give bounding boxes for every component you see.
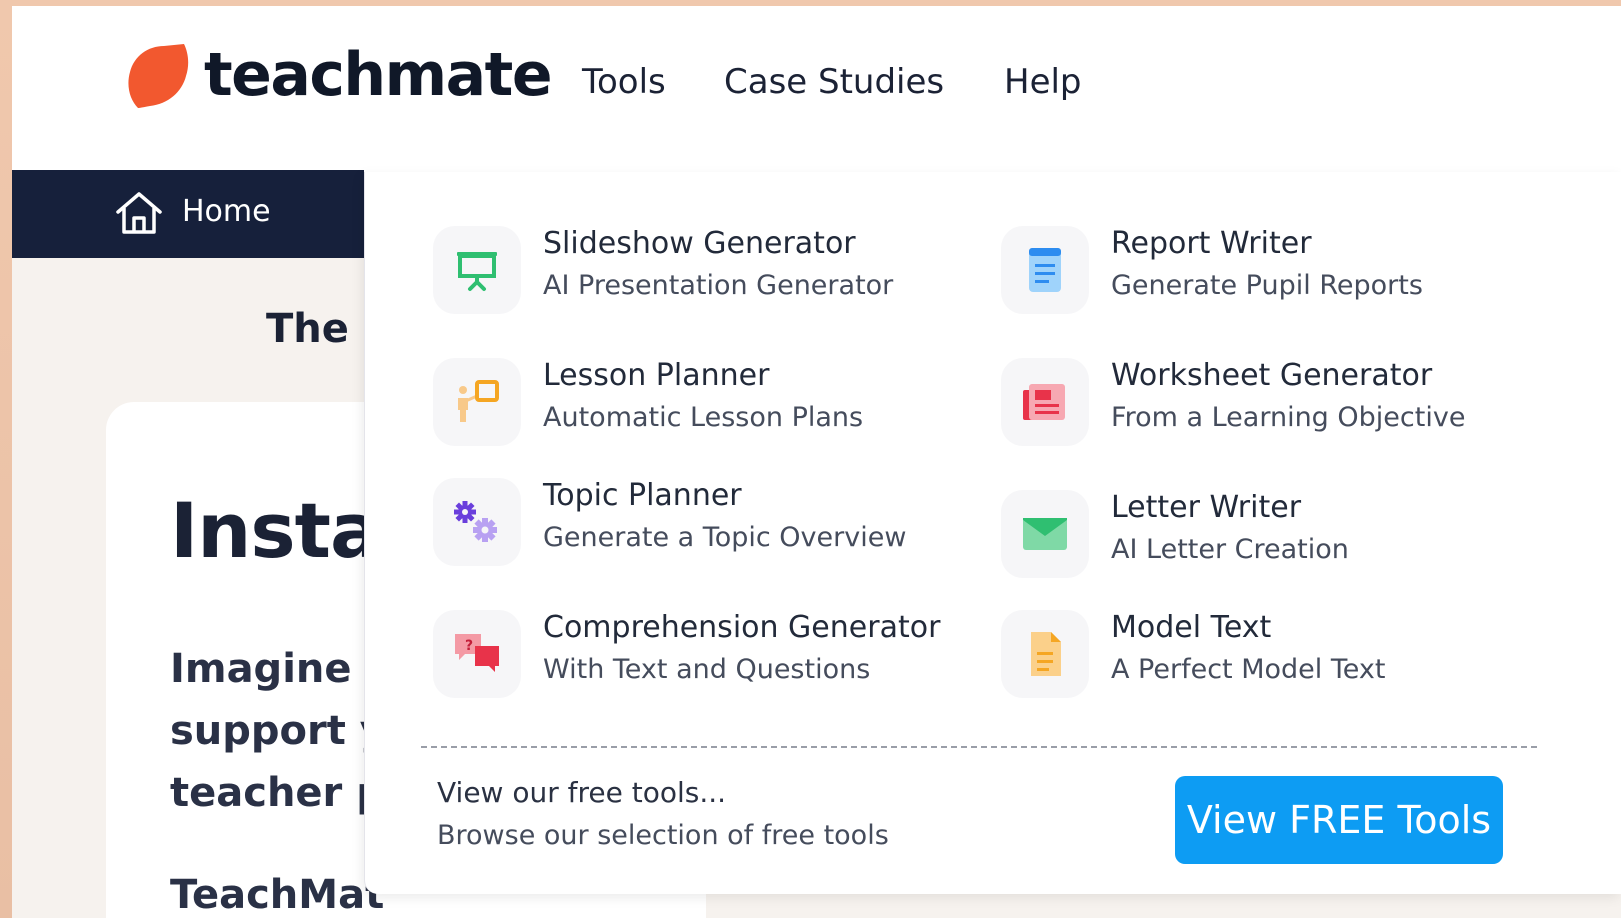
tool-worksheet-generator[interactable]: Worksheet Generator From a Learning Obje… xyxy=(1001,358,1561,448)
view-free-tools-button[interactable]: View FREE Tools xyxy=(1175,776,1503,864)
tool-subtitle: AI Letter Creation xyxy=(1111,534,1349,565)
free-tools-title: View our free tools... xyxy=(437,776,727,809)
home-label: Home xyxy=(182,194,271,229)
dashed-divider xyxy=(421,746,1537,748)
tool-lesson-planner[interactable]: Lesson Planner Automatic Lesson Plans xyxy=(433,358,973,448)
tool-slideshow-generator[interactable]: Slideshow Generator AI Presentation Gene… xyxy=(433,226,973,316)
tool-model-text[interactable]: Model Text A Perfect Model Text xyxy=(1001,610,1541,700)
browser-page: teachmate Tools Case Studies Help Home T… xyxy=(12,6,1621,918)
tool-title: Model Text xyxy=(1111,610,1272,645)
text-file-icon xyxy=(1031,632,1061,676)
tool-title: Lesson Planner xyxy=(543,358,770,393)
tool-title: Topic Planner xyxy=(543,478,742,513)
nav-help[interactable]: Help xyxy=(1004,62,1082,102)
hero-heading: Insta xyxy=(170,486,381,575)
tool-subtitle: From a Learning Objective xyxy=(1111,402,1466,433)
tool-subtitle: Generate a Topic Overview xyxy=(543,522,907,553)
envelope-icon xyxy=(1023,518,1067,550)
hero-text-line: teacher p xyxy=(170,770,385,816)
tool-comprehension-generator[interactable]: ? Comprehension Generator With Text and … xyxy=(433,610,993,700)
nav-case-studies[interactable]: Case Studies xyxy=(724,62,944,102)
tool-subtitle: With Text and Questions xyxy=(543,654,871,685)
site-header: teachmate Tools Case Studies Help xyxy=(12,6,1621,174)
tool-title: Letter Writer xyxy=(1111,490,1302,525)
tool-title: Report Writer xyxy=(1111,226,1312,261)
nav-tools[interactable]: Tools xyxy=(582,62,666,102)
tool-subtitle: AI Presentation Generator xyxy=(543,270,894,301)
tool-subtitle: Generate Pupil Reports xyxy=(1111,270,1423,301)
tool-subtitle: Automatic Lesson Plans xyxy=(543,402,864,433)
question-bubbles-icon: ? xyxy=(455,634,499,672)
brand-name[interactable]: teachmate xyxy=(204,40,553,110)
page-heading: The xyxy=(266,306,349,352)
home-nav-bar[interactable]: Home xyxy=(12,170,364,258)
tool-title: Comprehension Generator xyxy=(543,610,941,645)
svg-text:?: ? xyxy=(465,638,473,654)
document-icon xyxy=(1029,248,1061,292)
free-tools-subtitle: Browse our selection of free tools xyxy=(437,820,889,851)
tools-dropdown-menu: Slideshow Generator AI Presentation Gene… xyxy=(364,172,1621,894)
tool-topic-planner[interactable]: Topic Planner Generate a Topic Overview xyxy=(433,478,973,568)
teacher-board-icon xyxy=(458,380,499,422)
tool-title: Slideshow Generator xyxy=(543,226,856,261)
tool-report-writer[interactable]: Report Writer Generate Pupil Reports xyxy=(1001,226,1541,316)
worksheet-icon xyxy=(1023,384,1065,420)
gears-icon xyxy=(454,501,497,542)
tool-letter-writer[interactable]: Letter Writer AI Letter Creation xyxy=(1001,490,1541,580)
home-icon xyxy=(116,192,162,234)
tool-title: Worksheet Generator xyxy=(1111,358,1433,393)
tool-subtitle: A Perfect Model Text xyxy=(1111,654,1386,685)
hero-text-line: Imagine h xyxy=(170,646,394,692)
hero-text-line: support y xyxy=(170,708,386,754)
hero-text-line: TeachMat xyxy=(170,872,385,918)
presentation-board-icon xyxy=(457,252,497,291)
teachmate-logo-icon[interactable] xyxy=(124,42,194,112)
